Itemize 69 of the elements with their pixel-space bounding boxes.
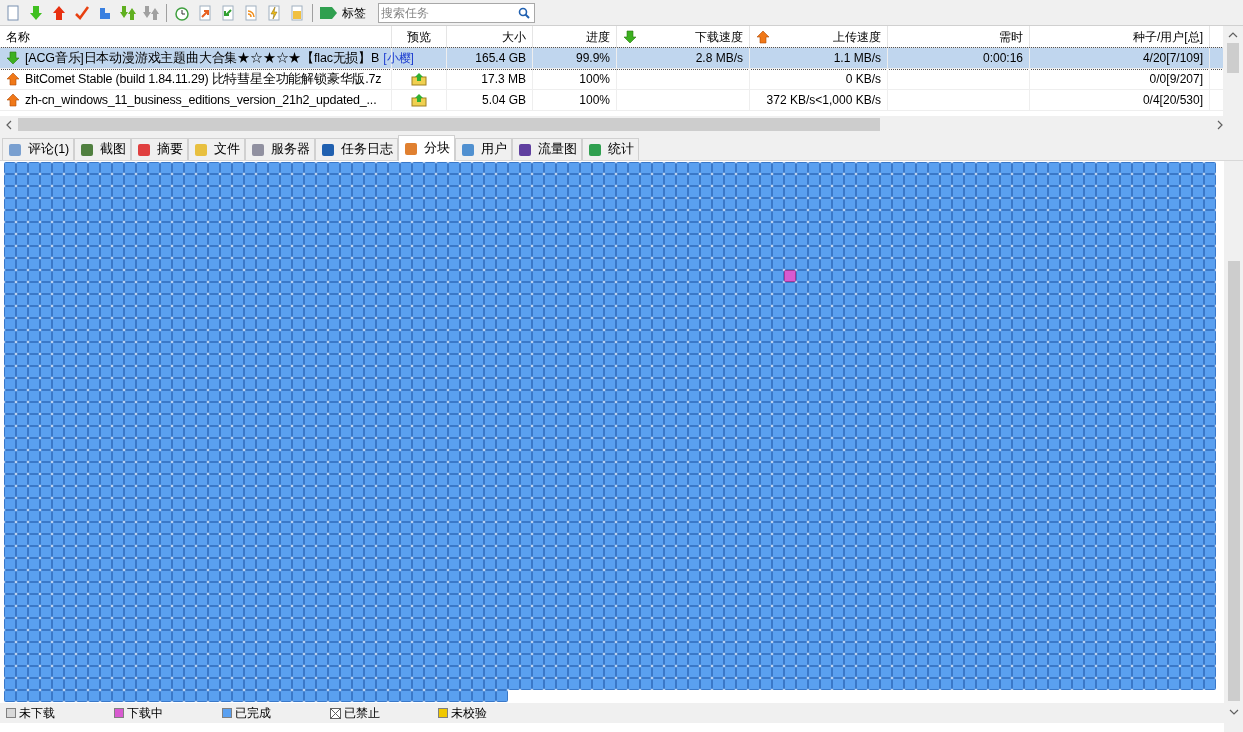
tag-icon [320,6,338,19]
scrollbar-thumb[interactable] [1227,261,1240,701]
task-name: zh-cn_windows_11_business_editions_version_21h2_updated_... [25,91,377,109]
table-cell-text: 372 KB/s<1,000 KB/s [766,92,881,109]
scrollbar-thumb[interactable] [18,118,880,131]
column-label: 需时 [999,28,1023,46]
column-label: 上传速度 [833,28,881,46]
table-cell-text: 0 KB/s [845,71,881,88]
tab[interactable]: 分块 [398,135,456,161]
tab[interactable]: 统计 [582,138,640,160]
tab[interactable]: 任务日志 [315,138,399,160]
column-label: 大小 [502,28,526,46]
task-row[interactable]: BitComet Stable (build 1.84.11.29) 比特彗星全功能解锁豪华版.7z 17.3 MB 100% 0 KB/s 0/0[9/207] [0,69,1223,90]
column-label: 下载速度 [695,28,743,46]
tag-button[interactable]: 标签 [317,1,369,24]
up-arrow-icon [756,29,770,44]
column-label: 进度 [586,28,610,46]
legend-label: 未下载 [19,705,55,722]
legend-label: 已禁止 [344,705,380,722]
scrollbar-thumb[interactable] [1227,43,1239,73]
tab-icon [250,141,267,158]
task-row[interactable]: zh-cn_windows_11_business_editions_version_21h2_updated_... 5.04 GB 100% 372 KB/s<1,000 KB/s 0/4[20/530] [0,90,1223,111]
tab[interactable]: 服务器 [245,138,316,160]
table-cell-text: 2.8 MB/s [695,50,743,67]
tab-icon [136,141,153,158]
table-cell-text: 1.1 MB/s [833,50,881,67]
table-cell-text: 100% [579,71,610,88]
table-cell-text: 165.4 GB [475,50,526,67]
table-cell-text: 4/20[7/109] [1142,50,1203,67]
search-field[interactable]: 搜索任务 [378,2,535,23]
legend-label: 未校验 [451,705,487,722]
table-cell-text: 5.04 GB [481,92,526,109]
search-icon[interactable] [518,6,530,19]
table-cell-text: 0/0[9/207] [1149,71,1203,88]
preview-icon[interactable] [411,93,427,107]
task-tag: [小樱] [383,49,414,67]
down-arrow-icon [6,51,20,65]
down-arrow-icon [623,29,637,44]
legend-label: 下载中 [127,705,163,722]
up-arrow-icon [6,72,20,86]
table-cell-text: 100% [579,92,610,109]
table-cell-text: 0:00:16 [982,50,1023,67]
column-label: 预览 [407,28,431,46]
tab[interactable]: 用户 [455,138,513,160]
column-label: 种子/用户[总] [1133,28,1203,46]
tab[interactable]: 摘要 [131,138,189,160]
table-cell-text: 0/4[20/530] [1142,92,1203,109]
tab[interactable]: 评论(1) [2,138,75,160]
tab[interactable]: 截图 [74,138,132,160]
table-cell-text: 99.9% [575,50,610,67]
legend-label: 已完成 [235,705,271,722]
column-label: 名称 [6,28,30,46]
tab[interactable]: 流量图 [512,138,583,160]
search-input[interactable]: 搜索任务 [379,3,518,22]
task-name: [ACG音乐]日本动漫游戏主题曲大合集★☆★☆★【flac无损】B [25,49,380,67]
tab-icon [403,140,420,157]
tab[interactable]: 文件 [188,138,246,160]
tab-icon [587,141,604,158]
tab-icon [460,141,477,158]
task-name: BitComet Stable (build 1.84.11.29) 比特彗星全功能解锁豪华版.7z [25,70,382,88]
preview-icon[interactable] [411,72,427,86]
up-arrow-icon [6,93,20,107]
tab-icon [7,141,23,158]
task-row[interactable]: [ACG音乐]日本动漫游戏主题曲大合集★☆★☆★【flac无损】B [小樱] 165.4 GB 99.9% 2.8 MB/s 1.1 MB/s 0:00:16 4/20[7/109] [0,48,1223,69]
tab-icon [79,141,96,158]
table-cell-text: 17.3 MB [481,71,526,88]
tab-icon [517,141,534,158]
tab-icon [320,141,337,158]
tab-icon [193,141,210,158]
